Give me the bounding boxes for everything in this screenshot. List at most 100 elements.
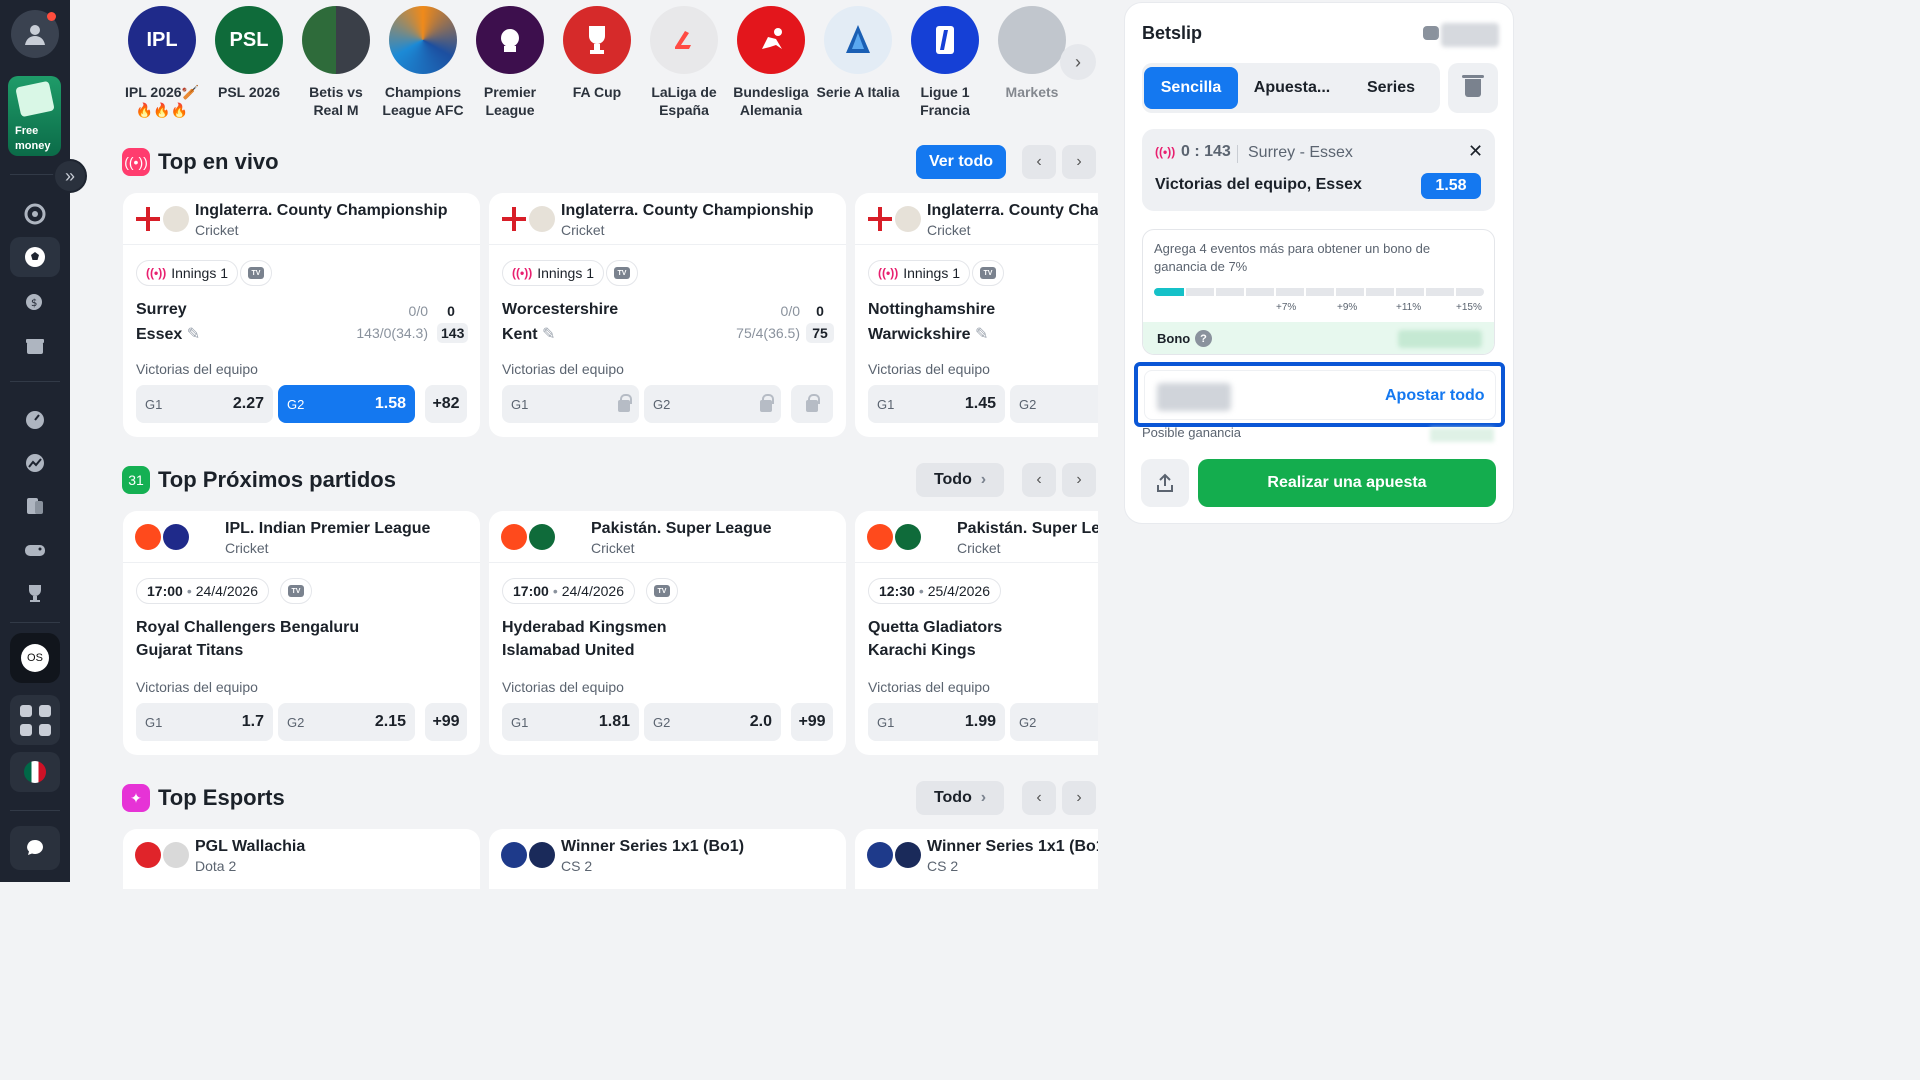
odd-g2-button[interactable]: G2 [1010,385,1098,423]
more-markets-button[interactable]: +99 [425,703,467,741]
bonus-step-label: +15% [1456,302,1482,313]
help-question-icon[interactable]: ? [1195,330,1212,347]
league-psl[interactable]: PSL PSL 2026 [207,6,291,101]
casino-coin-icon[interactable]: $ [20,286,50,316]
tv-stream-icon[interactable]: TV [606,260,638,286]
bet-odd: 1.58 [1421,173,1481,199]
next-arrow-icon[interactable]: › [1062,463,1096,497]
gamepad-icon[interactable] [20,535,50,565]
football-icon[interactable] [10,237,60,277]
league-fa-cup[interactable]: FA Cup [555,6,639,101]
upcoming-match-card[interactable]: Pakistán. Super League Cricket 12:30•25/… [855,511,1098,755]
more-markets-button[interactable]: +99 [791,703,833,741]
upcoming-match-card[interactable]: Pakistán. Super League Cricket 17:00 • 24/… [489,511,846,755]
expand-sidebar-button[interactable]: » [53,159,87,193]
bonus-label: Bono [1157,331,1191,346]
prev-arrow-icon[interactable]: ‹ [1022,463,1056,497]
esports-match-card[interactable]: PGL Wallachia Dota 2 [123,829,480,889]
league-premier[interactable]: Premier League [468,6,552,119]
league-champions-afc[interactable]: Champions League AFC [381,6,465,119]
chat-support-button[interactable] [10,826,60,870]
prev-arrow-icon[interactable]: ‹ [1022,145,1056,179]
more-markets-button[interactable]: +82 [425,385,467,423]
instagram-icon[interactable] [19,723,32,736]
winner-series-logo-icon [529,842,555,868]
odd-g1-button[interactable]: G1 1.7 [136,703,273,741]
tab-apuesta[interactable]: Apuesta... [1244,67,1340,109]
odd-g2-button[interactable]: G2 [1010,703,1098,741]
afc-logo-icon [389,6,457,74]
live-broadcast-icon: ((•)) [122,148,150,176]
free-money-promo[interactable]: Free money [8,76,61,156]
bet-all-button[interactable]: Apostar todo [1385,387,1485,405]
betslip-settings-toggle[interactable] [1423,23,1501,47]
pencil-icon: ✎ [186,326,201,343]
remove-bet-close-icon[interactable]: ✕ [1468,141,1483,162]
odd-g2-button-selected[interactable]: G2 1.58 [278,385,415,423]
league-name: Serie A Italia [816,84,900,100]
tv-stream-icon[interactable]: TV [646,578,678,604]
tab-series[interactable]: Series [1344,67,1438,109]
card-header: Inglaterra. County Championship Cricket [855,193,1098,245]
live-match-card[interactable]: Inglaterra. County Championship Cricket … [855,193,1098,437]
crash-game-icon[interactable] [20,448,50,478]
sport-name: CS 2 [561,858,593,874]
see-all-button[interactable]: Ver todo [916,145,1006,179]
speed-game-icon[interactable] [20,405,50,435]
more-icon[interactable] [38,723,51,736]
next-arrow-icon[interactable]: › [1062,781,1096,815]
esports-match-card[interactable]: Winner Series 1x1 (Bo1) CS 2 [855,829,1098,889]
odd-g1-button[interactable]: G1 2.27 [136,385,273,423]
tab-sencilla[interactable]: Sencilla [1144,67,1238,109]
league-laliga[interactable]: LaLiga de España [642,6,726,119]
poker-cards-icon[interactable] [20,491,50,521]
odd-g2-button[interactable]: G2 2.15 [278,703,415,741]
league-name: LaLiga de España [651,84,717,118]
whatsapp-icon[interactable] [19,704,32,717]
live-match-card[interactable]: Inglaterra. County Championship Cricket … [123,193,480,437]
bonus-bar-segment [1214,288,1216,296]
tv-stream-icon[interactable]: TV [972,260,1004,286]
sports-icon[interactable] [20,199,50,229]
see-all-button[interactable]: Todo › [916,781,1004,815]
tv-stream-icon[interactable]: TV [240,260,272,286]
odd-g1-button[interactable]: G1 1.45 [868,385,1005,423]
odd-g1-button[interactable]: G1 1.99 [868,703,1005,741]
league-serie-a[interactable]: Serie A Italia [816,6,900,101]
trophy-icon[interactable] [20,578,50,608]
market-name: Victorias del equipo [868,679,990,695]
esports-match-card[interactable]: Winner Series 1x1 (Bo1) CS 2 [489,829,846,889]
user-avatar[interactable] [11,10,59,58]
odd-g1-button[interactable]: G1 1.81 [502,703,639,741]
league-ligue1[interactable]: Ligue 1 Francia [903,6,987,119]
place-bet-button[interactable]: Realizar una apuesta [1198,459,1496,507]
live-match-card[interactable]: Inglaterra. County Championship Cricket … [489,193,846,437]
next-arrow-icon[interactable]: › [1062,145,1096,179]
telegram-icon[interactable] [38,704,51,717]
social-links[interactable] [10,695,60,745]
league-next-arrow[interactable]: › [1060,44,1096,80]
upcoming-match-card[interactable]: IPL. Indian Premier League Cricket 17:00… [123,511,480,755]
league-bundesliga[interactable]: Bundesliga Alemania [729,6,813,119]
team1-name: Hyderabad Kingsmen [502,619,667,636]
see-all-button[interactable]: Todo › [916,463,1004,497]
prev-arrow-icon[interactable]: ‹ [1022,781,1056,815]
hot-fire-icon [867,524,893,550]
card-header: Pakistán. Super League Cricket [855,511,1098,563]
league-ipl[interactable]: IPL IPL 2026🏏🔥🔥🔥 [120,6,204,119]
macos-app-button[interactable]: OS [10,633,60,683]
gift-icon[interactable] [20,330,50,360]
team1-name: Nottinghamshire [868,301,996,318]
league-name: Betis vs Real M [309,84,363,118]
language-selector[interactable] [10,752,60,792]
bet-selection: ((•)) 0 : 143 Surrey - Essex ✕ Victorias… [1142,129,1495,211]
tv-stream-icon[interactable]: TV [280,578,312,604]
stake-input[interactable]: Apostar todo [1144,370,1496,420]
share-upload-button[interactable] [1141,459,1189,507]
laliga-logo-icon [650,6,718,74]
team2-score: 75 [806,323,834,343]
league-betis-real[interactable]: Betis vs Real M [294,6,378,119]
odd-g2-button[interactable]: G2 2.0 [644,703,781,741]
team1-score: 0 [816,303,824,319]
clear-betslip-button[interactable] [1448,63,1498,113]
